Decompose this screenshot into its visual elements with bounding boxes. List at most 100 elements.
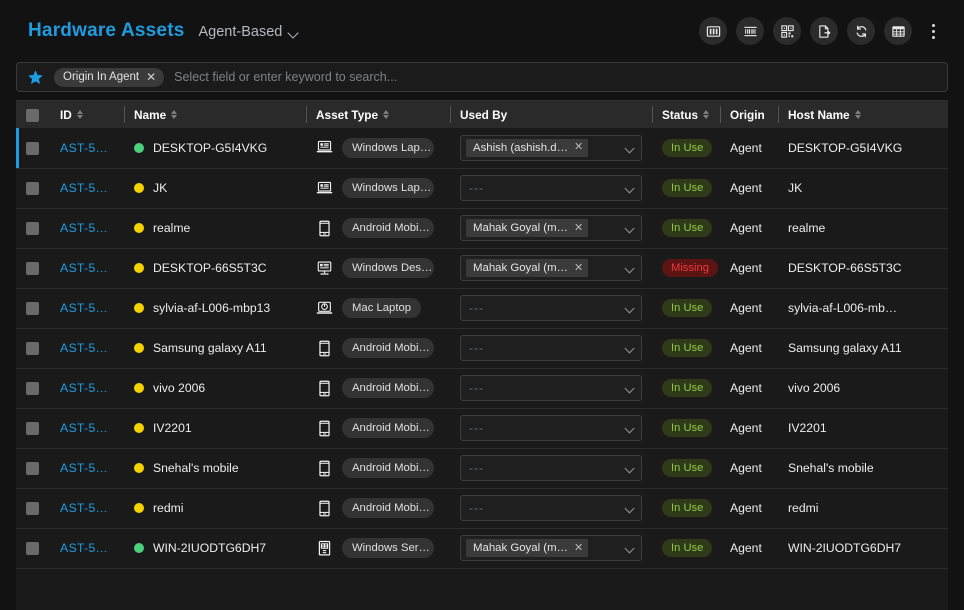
row-checkbox[interactable] bbox=[26, 542, 39, 556]
cell-status: In Use bbox=[652, 488, 720, 529]
table-view-button[interactable] bbox=[884, 17, 912, 45]
used-by-select[interactable]: --- bbox=[460, 295, 642, 321]
refresh-button[interactable] bbox=[847, 17, 875, 45]
asset-id-link[interactable]: AST-5… bbox=[60, 181, 108, 195]
asset-id-link[interactable]: AST-5… bbox=[60, 301, 108, 315]
used-by-empty-value: --- bbox=[469, 381, 484, 395]
used-by-chip-label: Mahak Goyal (m… bbox=[473, 262, 568, 274]
asset-id-link[interactable]: AST-5… bbox=[60, 541, 108, 555]
search-bar[interactable]: Origin In Agent ✕ Select field or enter … bbox=[16, 62, 948, 92]
used-by-chip[interactable]: Mahak Goyal (m… ✕ bbox=[466, 259, 589, 277]
cell-used-by: --- bbox=[450, 408, 652, 449]
search-input-placeholder[interactable]: Select field or enter keyword to search.… bbox=[174, 70, 397, 84]
table-row[interactable]: AST-5… IV2201 Android Mobi… --- In Use A… bbox=[16, 408, 948, 449]
cell-id: AST-5… bbox=[50, 208, 124, 249]
sort-icon[interactable] bbox=[383, 110, 390, 119]
asset-id-link[interactable]: AST-5… bbox=[60, 461, 108, 475]
cell-origin: Agent bbox=[720, 488, 778, 529]
close-icon[interactable]: ✕ bbox=[574, 142, 583, 153]
table-row[interactable]: AST-5… DESKTOP-G5I4VKG Windows Lap… Ashi… bbox=[16, 128, 948, 169]
column-header-status[interactable]: Status bbox=[652, 101, 720, 128]
table-row[interactable]: AST-5… realme Android Mobi… Mahak Goyal … bbox=[16, 208, 948, 249]
used-by-empty-value: --- bbox=[469, 421, 484, 435]
sort-icon[interactable] bbox=[854, 110, 861, 119]
sort-icon[interactable] bbox=[76, 110, 83, 119]
row-select-cell bbox=[16, 328, 50, 369]
used-by-select[interactable]: Mahak Goyal (m… ✕ bbox=[460, 215, 642, 241]
column-header-origin[interactable]: Origin bbox=[720, 101, 778, 128]
row-checkbox[interactable] bbox=[26, 182, 39, 196]
asset-id-link[interactable]: AST-5… bbox=[60, 221, 108, 235]
table-row[interactable]: AST-5… WIN-2IUODTG6DH7 Windows Ser… Maha… bbox=[16, 528, 948, 569]
used-by-select[interactable]: --- bbox=[460, 375, 642, 401]
used-by-select[interactable]: Mahak Goyal (m… ✕ bbox=[460, 535, 642, 561]
used-by-select[interactable]: --- bbox=[460, 455, 642, 481]
used-by-chip[interactable]: Ashish (ashish.d… ✕ bbox=[466, 138, 589, 157]
used-by-select[interactable]: --- bbox=[460, 495, 642, 521]
table-row[interactable]: AST-5… Samsung galaxy A11 Android Mobi… … bbox=[16, 328, 948, 369]
used-by-select[interactable]: Ashish (ashish.d… ✕ bbox=[460, 134, 642, 161]
row-checkbox[interactable] bbox=[26, 502, 39, 516]
column-header-name[interactable]: Name bbox=[124, 101, 306, 128]
row-checkbox[interactable] bbox=[26, 422, 39, 436]
used-by-select[interactable]: --- bbox=[460, 175, 642, 201]
origin-value: Agent bbox=[730, 261, 762, 275]
table-row[interactable]: AST-5… DESKTOP-66S5T3C Windows Des… Maha… bbox=[16, 248, 948, 289]
qr-code-button[interactable] bbox=[773, 17, 801, 45]
status-badge: In Use bbox=[662, 459, 713, 477]
used-by-select[interactable]: --- bbox=[460, 335, 642, 361]
view-selector[interactable]: Agent-Based bbox=[198, 24, 300, 40]
table-row[interactable]: AST-5… sylvia-af-L006-mbp13 Mac Laptop -… bbox=[16, 288, 948, 329]
asset-type-pill: Android Mobi… bbox=[342, 418, 434, 438]
asset-name: JK bbox=[153, 181, 168, 195]
cell-name: vivo 2006 bbox=[124, 368, 306, 409]
column-header-id[interactable]: ID bbox=[50, 101, 124, 128]
select-all-checkbox[interactable] bbox=[26, 108, 39, 122]
star-icon[interactable] bbox=[27, 69, 44, 86]
column-header-asset-type[interactable]: Asset Type bbox=[306, 101, 450, 128]
row-checkbox[interactable] bbox=[26, 302, 39, 316]
asset-id-link[interactable]: AST-5… bbox=[60, 341, 108, 355]
asset-id-link[interactable]: AST-5… bbox=[60, 261, 108, 275]
used-by-chip[interactable]: Mahak Goyal (m… ✕ bbox=[466, 539, 589, 557]
row-checkbox[interactable] bbox=[26, 382, 39, 396]
row-checkbox[interactable] bbox=[26, 342, 39, 356]
asset-id-link[interactable]: AST-5… bbox=[60, 421, 108, 435]
sort-icon[interactable] bbox=[703, 110, 710, 119]
asset-id-link[interactable]: AST-5… bbox=[60, 381, 108, 395]
close-icon[interactable]: ✕ bbox=[574, 222, 583, 234]
used-by-select[interactable]: --- bbox=[460, 415, 642, 441]
export-button[interactable] bbox=[810, 17, 838, 45]
table-row[interactable]: AST-5… JK Windows Lap… --- In Use Agent … bbox=[16, 168, 948, 209]
close-icon[interactable]: ✕ bbox=[146, 71, 156, 83]
table-row[interactable]: AST-5… vivo 2006 Android Mobi… --- In Us… bbox=[16, 368, 948, 409]
table-row[interactable]: AST-5… redmi Android Mobi… --- In Use Ag… bbox=[16, 488, 948, 529]
column-header-host-name[interactable]: Host Name bbox=[778, 101, 948, 128]
table-row[interactable]: AST-5… Snehal's mobile Android Mobi… --- bbox=[16, 448, 948, 489]
android-mobile-icon bbox=[316, 380, 333, 397]
row-checkbox[interactable] bbox=[26, 222, 39, 236]
status-dot bbox=[134, 223, 144, 233]
cell-origin: Agent bbox=[720, 448, 778, 489]
filter-chip-origin-in-agent[interactable]: Origin In Agent ✕ bbox=[54, 67, 165, 87]
columns-button[interactable] bbox=[699, 17, 727, 45]
asset-id-link[interactable]: AST-5… bbox=[60, 141, 108, 155]
used-by-chip[interactable]: Mahak Goyal (m… ✕ bbox=[466, 219, 589, 237]
asset-type-pill: Mac Laptop bbox=[342, 298, 422, 318]
page-header: Hardware Assets Agent-Based bbox=[0, 0, 964, 62]
chevron-down-icon bbox=[626, 145, 635, 151]
cell-host-name: DESKTOP-66S5T3C bbox=[778, 248, 948, 289]
close-icon[interactable]: ✕ bbox=[574, 542, 583, 554]
cell-status: In Use bbox=[652, 288, 720, 329]
row-checkbox[interactable] bbox=[26, 141, 39, 155]
row-checkbox[interactable] bbox=[26, 262, 39, 276]
barcode-button[interactable] bbox=[736, 17, 764, 45]
cell-name: JK bbox=[124, 168, 306, 209]
kebab-menu-icon[interactable] bbox=[922, 17, 944, 45]
asset-id-link[interactable]: AST-5… bbox=[60, 501, 108, 515]
row-checkbox[interactable] bbox=[26, 462, 39, 476]
close-icon[interactable]: ✕ bbox=[574, 262, 583, 274]
used-by-select[interactable]: Mahak Goyal (m… ✕ bbox=[460, 255, 642, 281]
column-header-used-by[interactable]: Used By bbox=[450, 101, 652, 128]
sort-icon[interactable] bbox=[171, 110, 178, 119]
